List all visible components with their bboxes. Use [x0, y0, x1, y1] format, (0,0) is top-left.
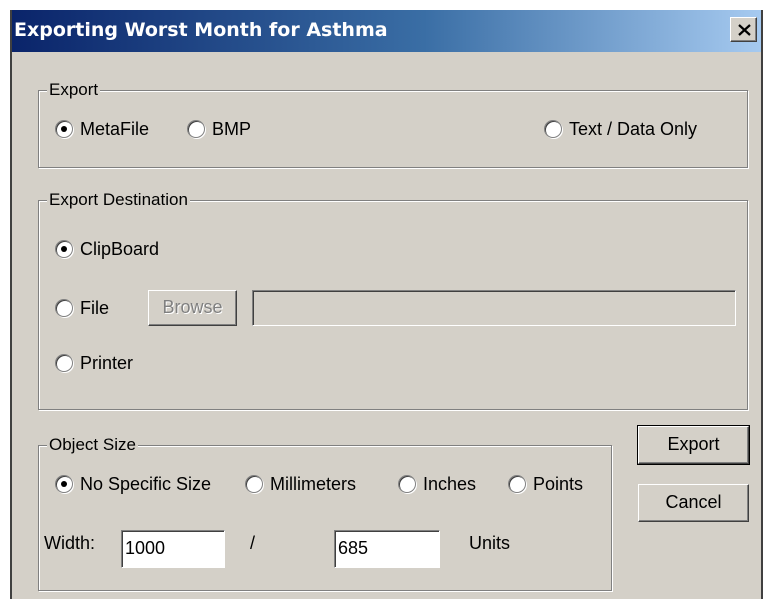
radio-millimeters-label: Millimeters [270, 474, 357, 494]
radio-printer-label: Printer [80, 353, 134, 373]
radio-circle [508, 475, 526, 493]
radio-circle [55, 120, 73, 138]
cancel-button[interactable]: Cancel [638, 484, 749, 522]
window-title: Exporting Worst Month for Asthma [14, 19, 388, 41]
height-input[interactable]: 685 [334, 530, 440, 568]
radio-clipboard-label: ClipBoard [80, 239, 160, 259]
cancel-button-label: Cancel [665, 492, 722, 512]
radio-circle [55, 240, 73, 258]
radio-circle [187, 120, 205, 138]
units-label: Units [469, 533, 511, 553]
radio-circle [55, 475, 73, 493]
radio-circle [398, 475, 416, 493]
export-button[interactable]: Export [637, 425, 750, 465]
close-icon [738, 24, 751, 36]
radio-points-label: Points [533, 474, 584, 494]
radio-metafile-label: MetaFile [80, 119, 150, 139]
width-input[interactable]: 1000 [121, 530, 225, 568]
browse-button[interactable]: Browse [148, 290, 237, 326]
radio-inches-label: Inches [423, 474, 477, 494]
title-bar[interactable]: Exporting Worst Month for Asthma [12, 10, 761, 52]
export-dialog: Exporting Worst Month for Asthma Export … [10, 10, 763, 599]
object-size-group: Object Size [38, 435, 612, 591]
width-label: Width: [44, 533, 96, 553]
object-size-legend: Object Size [47, 435, 138, 455]
radio-text-data-only-label: Text / Data Only [569, 119, 698, 139]
radio-bmp-label: BMP [212, 119, 252, 139]
radio-circle [245, 475, 263, 493]
close-button[interactable] [730, 17, 757, 42]
file-path-input[interactable] [252, 290, 736, 326]
export-destination-legend: Export Destination [47, 190, 190, 210]
radio-no-specific-size-label: No Specific Size [80, 474, 212, 494]
radio-circle [55, 354, 73, 372]
radio-circle [544, 120, 562, 138]
export-button-label: Export [667, 434, 720, 454]
radio-file-label: File [80, 298, 110, 318]
export-format-legend: Export [47, 80, 101, 100]
radio-circle [55, 299, 73, 317]
browse-button-label: Browse [162, 297, 223, 317]
size-separator: / [250, 533, 256, 553]
